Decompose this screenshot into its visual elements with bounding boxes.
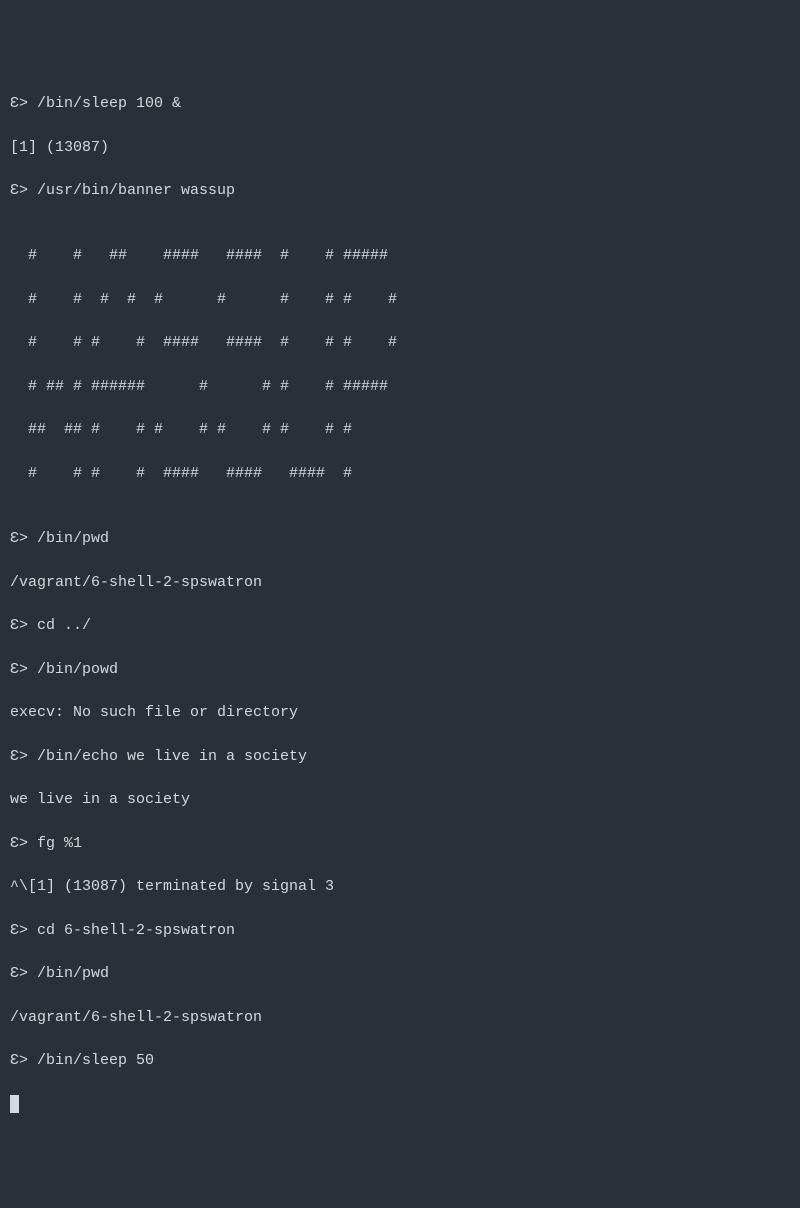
prompt-line[interactable]: Ɛ> /bin/sleep 50 [10, 1050, 790, 1072]
output-line: # # ## #### #### # # ##### [10, 245, 790, 267]
output-line: ^\[1] (13087) terminated by signal 3 [10, 876, 790, 898]
output-line: /vagrant/6-shell-2-spswatron [10, 572, 790, 594]
output-line: # ## # ###### # # # # ##### [10, 376, 790, 398]
output-line: # # # # #### #### #### # [10, 463, 790, 485]
output-line: execv: No such file or directory [10, 702, 790, 724]
prompt-line[interactable]: Ɛ> /bin/echo we live in a society [10, 746, 790, 768]
prompt-line[interactable]: Ɛ> cd 6-shell-2-spswatron [10, 920, 790, 942]
cursor-line[interactable] [10, 1094, 790, 1116]
prompt-line[interactable]: Ɛ> cd ../ [10, 615, 790, 637]
prompt-line[interactable]: Ɛ> fg %1 [10, 833, 790, 855]
prompt-line[interactable]: Ɛ> /bin/sleep 100 & [10, 93, 790, 115]
prompt-line[interactable]: Ɛ> /usr/bin/banner wassup [10, 180, 790, 202]
output-line: [1] (13087) [10, 137, 790, 159]
prompt-line[interactable]: Ɛ> /bin/pwd [10, 963, 790, 985]
prompt-line[interactable]: Ɛ> /bin/powd [10, 659, 790, 681]
output-line: # # # # # # # # # # [10, 289, 790, 311]
cursor-block [10, 1095, 19, 1113]
output-line: /vagrant/6-shell-2-spswatron [10, 1007, 790, 1029]
prompt-line[interactable]: Ɛ> /bin/pwd [10, 528, 790, 550]
output-line: we live in a society [10, 789, 790, 811]
output-line: ## ## # # # # # # # # # [10, 419, 790, 441]
output-line: # # # # #### #### # # # # [10, 332, 790, 354]
